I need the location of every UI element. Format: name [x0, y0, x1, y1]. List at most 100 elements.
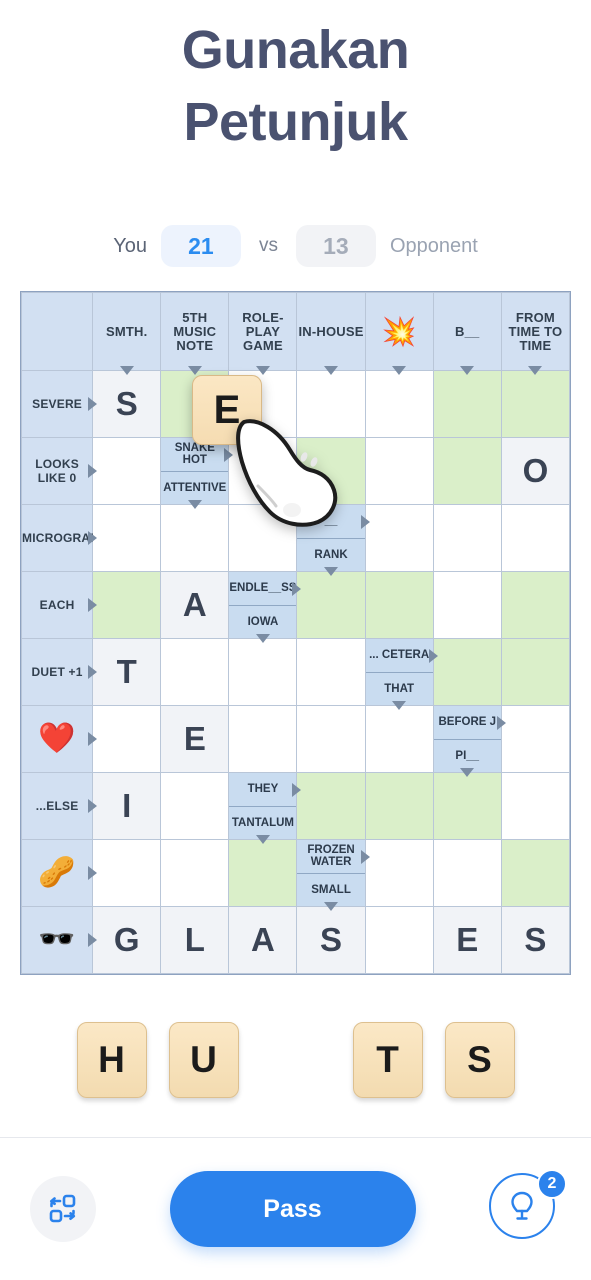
grid-cell-highlighted[interactable]	[364, 571, 434, 639]
grid-cell-letter[interactable]: S	[296, 906, 366, 974]
column-header-6[interactable]: FROM TIME TO TIME	[500, 292, 571, 375]
column-header-0[interactable]: SMTH.	[92, 292, 162, 375]
grid-cell-empty[interactable]	[296, 705, 366, 773]
grid-cell-highlighted[interactable]	[296, 772, 366, 840]
grid-cell-empty[interactable]	[364, 370, 434, 438]
grid-cell-clue[interactable]: FROZEN WATER SMALL	[296, 839, 370, 911]
grid-cell-highlighted[interactable]	[500, 839, 571, 907]
grid-cell-highlighted[interactable]	[432, 638, 502, 706]
row-header-2[interactable]: MICROGRAM	[20, 504, 100, 572]
hint-button[interactable]: 2	[489, 1169, 567, 1245]
letter-rack[interactable]: H U TS	[0, 1022, 591, 1098]
grid-cell-empty[interactable]	[160, 772, 230, 840]
row-arrow-icon	[88, 397, 98, 411]
grid-cell-letter[interactable]: L	[160, 906, 230, 974]
column-header-1[interactable]: 5TH MUSIC NOTE	[160, 292, 230, 375]
grid-cell-clue[interactable]: ENDLE__SS IOWA	[228, 571, 302, 643]
grid-cell-empty[interactable]	[160, 504, 230, 572]
grid-cell-empty[interactable]	[432, 839, 502, 907]
grid-cell-empty[interactable]	[228, 437, 298, 505]
pass-button[interactable]: Pass	[169, 1171, 416, 1247]
grid-cell-letter[interactable]: T	[92, 638, 162, 706]
grid-cell-highlighted[interactable]	[228, 839, 298, 907]
grid-cell-empty[interactable]	[500, 705, 571, 773]
grid-cell-highlighted[interactable]	[296, 437, 366, 505]
grid-cell-highlighted[interactable]	[432, 437, 502, 505]
row-header-4[interactable]: DUET +1	[20, 638, 98, 706]
clue-arrow-right-icon	[292, 782, 302, 797]
grid-cell-empty[interactable]	[432, 504, 502, 572]
row-header-5[interactable]: ❤️	[20, 705, 98, 773]
row-header-3[interactable]: EACH	[20, 571, 98, 639]
cell-letter: E	[183, 720, 206, 757]
grid-cell-highlighted[interactable]	[296, 571, 366, 639]
grid-cell-empty[interactable]	[364, 839, 434, 907]
grid-cell-highlighted[interactable]	[500, 370, 571, 438]
rack-tile[interactable]: H	[76, 1022, 147, 1098]
row-header-0[interactable]: SEVERE	[20, 370, 98, 438]
grid-cell-empty[interactable]	[92, 839, 162, 907]
rack-tile-letter: U	[190, 1039, 217, 1080]
grid-cell-letter[interactable]: E	[160, 705, 230, 773]
grid-cell-empty[interactable]	[160, 839, 230, 907]
clue-arrow-down-icon	[324, 902, 339, 911]
clue-arrow-down-icon	[392, 701, 407, 710]
row-header-1[interactable]: LOOKS LIKE 0	[20, 437, 98, 505]
grid-cell-empty[interactable]	[296, 370, 366, 438]
grid-cell-letter[interactable]: E	[432, 906, 502, 974]
grid-cell-empty[interactable]	[364, 437, 434, 505]
grid-cell-empty[interactable]	[432, 571, 502, 639]
grid-cell-letter[interactable]: G	[92, 906, 162, 974]
grid-cell-empty[interactable]	[364, 705, 434, 773]
grid-cell-empty[interactable]	[500, 772, 571, 840]
grid-cell-empty[interactable]	[92, 705, 162, 773]
grid-cell-empty[interactable]	[296, 638, 366, 706]
grid-cell-highlighted[interactable]	[432, 772, 502, 840]
grid-cell-highlighted[interactable]	[432, 370, 502, 438]
grid-cell-letter[interactable]: S	[500, 906, 571, 974]
column-arrow-icon	[324, 366, 339, 375]
grid-cell-clue[interactable]: ... CETERA THAT	[364, 638, 438, 710]
grid-cell-highlighted[interactable]	[92, 571, 162, 639]
grid-cell-clue[interactable]: THEY TANTALUM	[228, 772, 302, 844]
row-header-6[interactable]: ...ELSE	[20, 772, 98, 840]
rack-tile-letter: H	[98, 1039, 125, 1080]
rack-tile[interactable]: T	[352, 1022, 423, 1098]
shuffle-button[interactable]	[30, 1176, 96, 1242]
column-header-4[interactable]: 💥	[364, 292, 434, 375]
column-header-2[interactable]: ROLE-PLAY GAME	[228, 292, 298, 375]
grid-cell-letter[interactable]: S	[92, 370, 162, 438]
crossword-grid[interactable]: SMTH. 5TH MUSIC NOTE ROLE-PLAY GAME IN-HOUS…	[20, 291, 571, 975]
column-header-5[interactable]: B__	[432, 292, 502, 375]
rack-tile[interactable]: S	[444, 1022, 515, 1098]
grid-cell-empty[interactable]	[364, 504, 434, 572]
grid-cell-empty[interactable]	[500, 504, 571, 572]
rack-slot-empty[interactable]	[261, 1022, 331, 1098]
rack-tile[interactable]: U	[168, 1022, 239, 1098]
grid-cell-letter[interactable]: I	[92, 772, 162, 840]
column-arrow-icon	[528, 366, 543, 375]
grid-cell-empty[interactable]	[228, 638, 298, 706]
grid-cell-highlighted[interactable]	[500, 571, 571, 639]
cell-letter: I	[122, 787, 132, 824]
grid-cell-empty[interactable]	[160, 638, 230, 706]
grid-row: DUET +1 T ... CETERA THAT	[20, 638, 571, 710]
grid-cell-clue[interactable]: SNAKE HOT ATTENTIVE	[160, 437, 234, 509]
clue-box: __ RANK	[297, 505, 365, 571]
grid-cell-empty[interactable]	[228, 705, 298, 773]
grid-cell-letter[interactable]: A	[160, 571, 230, 639]
dragged-tile[interactable]: E	[192, 375, 262, 445]
row-header-7[interactable]: 🥜	[20, 839, 98, 907]
grid-cell-empty[interactable]	[228, 504, 298, 572]
row-header-8[interactable]: 🕶️	[20, 906, 98, 974]
grid-cell-clue[interactable]: BEFORE J PI__	[432, 705, 506, 777]
column-header-3[interactable]: IN-HOUSE	[296, 292, 366, 375]
grid-cell-empty[interactable]	[92, 437, 162, 505]
grid-cell-letter[interactable]: A	[228, 906, 298, 974]
grid-cell-clue[interactable]: __ RANK	[296, 504, 370, 576]
grid-cell-empty[interactable]	[92, 504, 162, 572]
grid-cell-empty[interactable]	[364, 906, 434, 974]
grid-cell-highlighted[interactable]	[364, 772, 434, 840]
grid-cell-letter[interactable]: O	[500, 437, 571, 505]
grid-cell-highlighted[interactable]	[500, 638, 571, 706]
